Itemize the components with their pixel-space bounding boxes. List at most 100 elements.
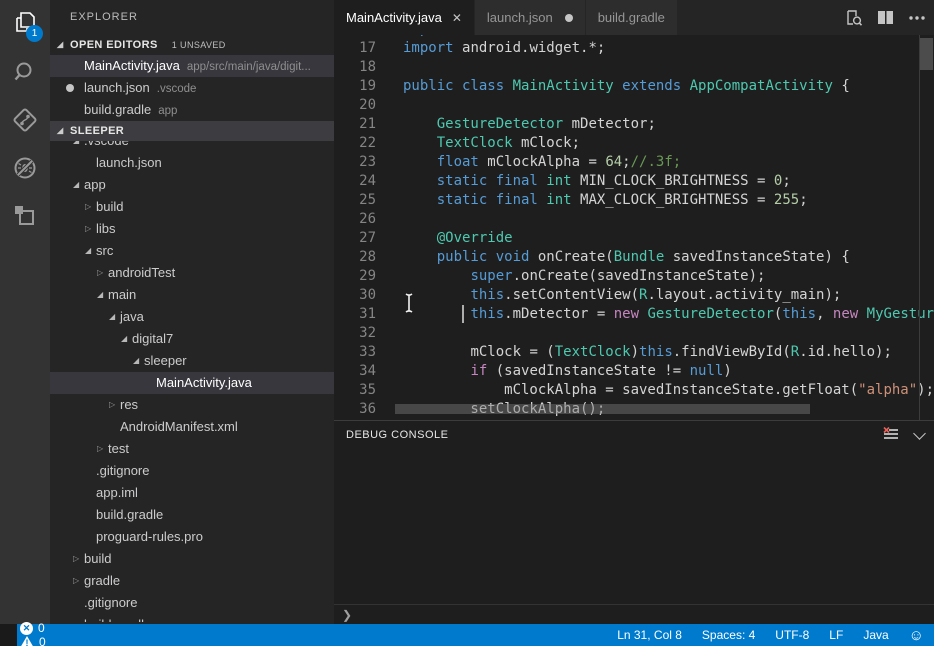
code-line[interactable]: 27 @Override xyxy=(334,229,934,248)
code-line[interactable]: 35 mClockAlpha = savedInstanceState.getF… xyxy=(334,381,934,400)
more-actions-icon[interactable] xyxy=(908,15,926,21)
code-line[interactable]: 25 static final int MAX_CLOCK_BRIGHTNESS… xyxy=(334,191,934,210)
tree-item[interactable]: proguard-rules.pro xyxy=(50,526,334,548)
open-editors-list: MainActivity.javaapp/src/main/java/digit… xyxy=(50,55,334,121)
tree-item[interactable]: build.gradle xyxy=(50,614,334,622)
open-editor-item[interactable]: MainActivity.javaapp/src/main/java/digit… xyxy=(50,55,334,77)
activity-bar: 1 xyxy=(0,0,50,624)
tab-launch.json[interactable]: launch.json xyxy=(475,0,586,35)
chevron-expanded-icon: ◢ xyxy=(57,35,64,55)
open-editor-item[interactable]: launch.json.vscode xyxy=(50,77,334,99)
status-indentation[interactable]: Spaces: 4 xyxy=(702,628,755,642)
status-warnings[interactable]: !0 xyxy=(20,635,46,646)
status-language-mode[interactable]: Java xyxy=(863,628,888,642)
tree-item-label: AndroidManifest.xml xyxy=(120,416,238,438)
tree-item[interactable]: ▷libs xyxy=(50,218,334,240)
code-line[interactable]: 18 xyxy=(334,58,934,77)
open-editor-path: .vscode xyxy=(157,83,197,95)
code-line[interactable]: 30 this.setContentView(R.layout.activity… xyxy=(334,286,934,305)
line-number: 24 xyxy=(334,172,376,191)
open-editor-filename: build.gradle xyxy=(84,102,151,117)
modified-dot-icon xyxy=(66,84,74,92)
vscode-window: 1 xyxy=(0,0,934,646)
code-line[interactable]: 22 TextClock mClock; xyxy=(334,134,934,153)
code-line[interactable]: 17import android.widget.*; xyxy=(334,39,934,58)
code-line[interactable]: 21 GestureDetector mDetector; xyxy=(334,115,934,134)
project-section-header[interactable]: ◢ SLEEPER xyxy=(50,121,334,141)
tree-item[interactable]: ◢.vscode xyxy=(50,141,334,152)
line-number: 19 xyxy=(334,77,376,96)
code-line[interactable]: 28 public void onCreate(Bundle savedInst… xyxy=(334,248,934,267)
activitybar-explorer[interactable]: 1 xyxy=(0,0,50,48)
text-cursor xyxy=(462,305,464,323)
line-number: 18 xyxy=(334,58,376,77)
code-text: static final int MIN_CLOCK_BRIGHTNESS = … xyxy=(403,172,791,191)
tree-item[interactable]: MainActivity.java xyxy=(50,372,334,394)
code-line[interactable]: 23 float mClockAlpha = 64;//.3f; xyxy=(334,153,934,172)
open-preview-icon[interactable] xyxy=(845,9,863,27)
tree-item-label: launch.json xyxy=(96,152,162,174)
code-text: this.setContentView(R.layout.activity_ma… xyxy=(403,286,841,305)
tree-item[interactable]: .gitignore xyxy=(50,460,334,482)
activitybar-source-control[interactable] xyxy=(0,96,50,144)
tree-item[interactable]: .gitignore xyxy=(50,592,334,614)
tree-item[interactable]: ◢src xyxy=(50,240,334,262)
code-line[interactable]: 33 mClock = (TextClock)this.findViewById… xyxy=(334,343,934,362)
status-errors[interactable]: ✕0 xyxy=(20,621,46,635)
line-number: 20 xyxy=(334,96,376,115)
activitybar-extensions[interactable] xyxy=(0,192,50,240)
code-line[interactable]: 34 if (savedInstanceState != null) xyxy=(334,362,934,381)
chevron-collapsed-icon: ▷ xyxy=(97,262,103,284)
tree-item[interactable]: ▷res xyxy=(50,394,334,416)
tree-item-label: proguard-rules.pro xyxy=(96,526,203,548)
tree-item[interactable]: app.iml xyxy=(50,482,334,504)
tree-item-label: test xyxy=(108,438,129,460)
split-editor-icon[interactable] xyxy=(877,10,894,25)
code-text: mClockAlpha = savedInstanceState.getFloa… xyxy=(403,381,934,400)
tree-item[interactable]: ▷gradle xyxy=(50,570,334,592)
code-editor[interactable]: 16import android.view.*;17import android… xyxy=(334,35,934,420)
open-editor-item[interactable]: build.gradle app xyxy=(50,99,334,121)
status-eol[interactable]: LF xyxy=(829,628,843,642)
horizontal-scrollbar[interactable] xyxy=(395,404,810,414)
clear-console-icon[interactable] xyxy=(883,427,899,442)
tree-item[interactable]: ◢sleeper xyxy=(50,350,334,372)
tree-item[interactable]: ▷build xyxy=(50,196,334,218)
open-editors-header[interactable]: ◢ OPEN EDITORS1 UNSAVED xyxy=(50,35,334,55)
tree-item[interactable]: ◢java xyxy=(50,306,334,328)
code-line[interactable]: 31 this.mDetector = new GestureDetector(… xyxy=(334,305,934,324)
vertical-scrollbar[interactable] xyxy=(920,38,933,70)
line-number: 36 xyxy=(334,400,376,419)
close-icon[interactable]: ✕ xyxy=(452,11,462,25)
mouse-ibeam-cursor xyxy=(402,292,416,314)
tab-MainActivity.java[interactable]: MainActivity.java✕ xyxy=(334,0,475,35)
status-encoding[interactable]: UTF-8 xyxy=(775,628,809,642)
tab-build.gradle[interactable]: build.gradle xyxy=(586,0,678,35)
activitybar-debug[interactable] xyxy=(0,144,50,192)
code-line[interactable]: 19public class MainActivity extends AppC… xyxy=(334,77,934,96)
status-feedback-smiley[interactable]: ☺ xyxy=(909,628,924,643)
code-line[interactable]: 20 xyxy=(334,96,934,115)
tree-item[interactable]: build.gradle xyxy=(50,504,334,526)
status-cursor-position[interactable]: Ln 31, Col 8 xyxy=(617,628,682,642)
tree-item[interactable]: ◢app xyxy=(50,174,334,196)
status-count: 0 xyxy=(39,635,46,646)
tree-item[interactable]: AndroidManifest.xml xyxy=(50,416,334,438)
tree-item[interactable]: ▷test xyxy=(50,438,334,460)
open-editor-path: app xyxy=(158,105,177,117)
code-line[interactable]: 24 static final int MIN_CLOCK_BRIGHTNESS… xyxy=(334,172,934,191)
chevron-collapsed-icon: ▷ xyxy=(73,548,79,570)
tree-item[interactable]: ▷androidTest xyxy=(50,262,334,284)
unsaved-count-badge: 1 UNSAVED xyxy=(172,40,226,50)
tree-item[interactable]: ◢digital7 xyxy=(50,328,334,350)
line-number: 23 xyxy=(334,153,376,172)
debug-console-input[interactable]: ❯ xyxy=(334,604,934,624)
tree-item[interactable]: launch.json xyxy=(50,152,334,174)
tree-item[interactable]: ◢main xyxy=(50,284,334,306)
activitybar-search[interactable] xyxy=(0,48,50,96)
close-panel-chevron-icon[interactable] xyxy=(915,432,924,438)
tree-item[interactable]: ▷build xyxy=(50,548,334,570)
code-line[interactable]: 26 xyxy=(334,210,934,229)
code-line[interactable]: 32 xyxy=(334,324,934,343)
code-line[interactable]: 29 super.onCreate(savedInstanceState); xyxy=(334,267,934,286)
